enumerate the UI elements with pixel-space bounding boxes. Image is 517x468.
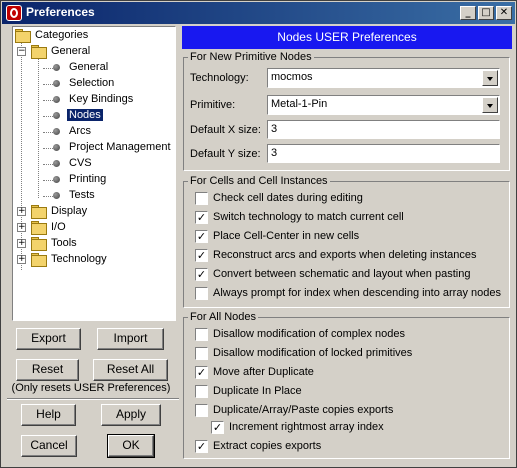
checkbox-box[interactable]: ✓ <box>211 421 224 434</box>
expand-io-icon[interactable]: + <box>17 223 26 232</box>
tree-line <box>38 59 39 198</box>
reset-button[interactable]: Reset <box>16 359 79 381</box>
maximize-button[interactable]: □ <box>478 6 494 20</box>
collapse-general-icon[interactable]: − <box>17 47 26 56</box>
group-title: For All Nodes <box>188 311 259 323</box>
tree-line <box>43 84 53 85</box>
reset-note: (Only resets USER Preferences) <box>11 382 171 394</box>
group-title: For New Primitive Nodes <box>188 51 314 63</box>
window-title: Preferences <box>26 5 95 19</box>
category-tree[interactable]: Categories − General General Selection K… <box>12 26 176 321</box>
folder-closed-icon <box>31 253 47 267</box>
apply-button[interactable]: Apply <box>101 404 161 426</box>
reset-all-button[interactable]: Reset All <box>93 359 168 381</box>
leaf-bullet-icon <box>53 192 60 199</box>
checkbox-box[interactable] <box>195 385 208 398</box>
help-button[interactable]: Help <box>21 404 76 426</box>
expand-tools-icon[interactable]: + <box>17 239 26 248</box>
tree-line <box>43 164 53 165</box>
tree-line <box>43 116 53 117</box>
tree-line <box>43 148 53 149</box>
checkbox-box[interactable] <box>195 287 208 300</box>
technology-select[interactable]: mocmos <box>267 68 500 88</box>
default-y-size-label: Default Y size: <box>190 148 261 160</box>
primitive-label: Primitive: <box>190 99 236 111</box>
checkbox-box[interactable]: ✓ <box>195 249 208 262</box>
export-button[interactable]: Export <box>16 328 81 350</box>
tree-line <box>43 132 53 133</box>
technology-label: Technology: <box>190 72 249 84</box>
checkbox-box[interactable] <box>195 404 208 417</box>
tree-line <box>43 196 53 197</box>
ok-button[interactable]: OK <box>107 434 155 458</box>
primitive-value: Metal-1-Pin <box>271 98 328 110</box>
tree-line <box>21 43 22 270</box>
leaf-bullet-icon <box>53 160 60 167</box>
checkbox-box[interactable]: ✓ <box>195 268 208 281</box>
checkbox-box[interactable] <box>195 328 208 341</box>
panel-header: Nodes USER Preferences <box>182 26 512 49</box>
leaf-bullet-icon <box>53 112 60 119</box>
chevron-down-icon[interactable] <box>482 70 498 86</box>
checkbox-box[interactable]: ✓ <box>195 366 208 379</box>
technology-value: mocmos <box>271 71 313 83</box>
leaf-bullet-icon <box>53 176 60 183</box>
expand-display-icon[interactable]: + <box>17 207 26 216</box>
checkbox-box[interactable] <box>195 192 208 205</box>
leaf-bullet-icon <box>53 144 60 151</box>
import-button[interactable]: Import <box>97 328 164 350</box>
leaf-bullet-icon <box>53 96 60 103</box>
expand-technology-icon[interactable]: + <box>17 255 26 264</box>
separator <box>7 398 179 400</box>
folder-closed-icon <box>31 205 47 219</box>
tree-line <box>43 68 53 69</box>
leaf-bullet-icon <box>53 128 60 135</box>
checkbox-box[interactable]: ✓ <box>195 211 208 224</box>
default-x-size-input[interactable]: 3 <box>267 120 500 139</box>
folder-open-icon <box>31 45 47 59</box>
primitive-select[interactable]: Metal-1-Pin <box>267 95 500 115</box>
folder-closed-icon <box>31 221 47 235</box>
preferences-window: Preferences _ □ ✕ Categories − General G… <box>0 0 517 468</box>
chevron-down-icon[interactable] <box>482 97 498 113</box>
checkbox-box[interactable]: ✓ <box>195 440 208 453</box>
leaf-bullet-icon <box>53 80 60 87</box>
folder-closed-icon <box>31 237 47 251</box>
electric-app-icon <box>6 5 22 21</box>
tree-line <box>43 100 53 101</box>
leaf-bullet-icon <box>53 64 60 71</box>
title-bar[interactable]: Preferences _ □ ✕ <box>2 2 515 24</box>
cancel-button[interactable]: Cancel <box>21 435 77 457</box>
group-title: For Cells and Cell Instances <box>188 175 330 187</box>
tree-line <box>43 180 53 181</box>
checkbox-box[interactable]: ✓ <box>195 230 208 243</box>
folder-open-icon <box>15 29 31 43</box>
default-x-size-label: Default X size: <box>190 124 261 136</box>
minimize-button[interactable]: _ <box>460 6 476 20</box>
default-y-size-input[interactable]: 3 <box>267 144 500 163</box>
checkbox-box[interactable] <box>195 347 208 360</box>
close-button[interactable]: ✕ <box>496 6 512 20</box>
